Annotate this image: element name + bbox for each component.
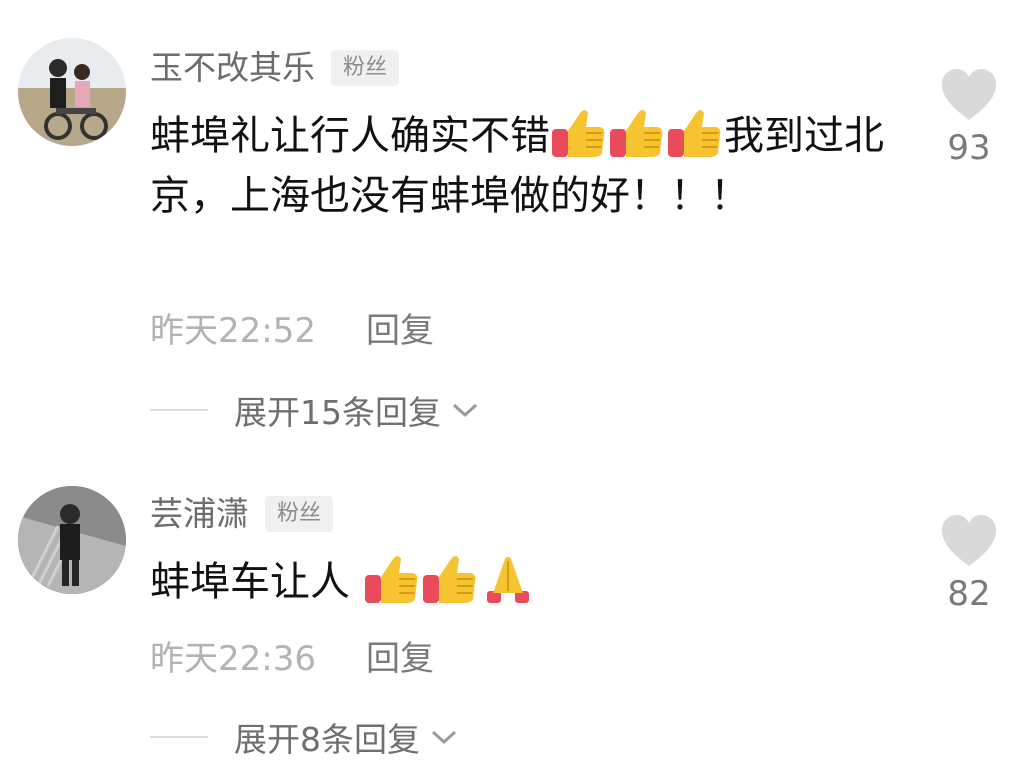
divider: [150, 736, 208, 738]
username[interactable]: 玉不改其乐: [150, 48, 315, 88]
reply-button[interactable]: 回复: [366, 303, 434, 352]
username-row: 玉不改其乐 粉丝: [150, 48, 400, 88]
username[interactable]: 芸浦潇: [150, 494, 249, 534]
chevron-down-icon: [452, 403, 478, 418]
fan-badge: 粉丝: [265, 496, 334, 532]
thumbs-up-icon: [666, 107, 724, 159]
avatar-photo: [18, 486, 126, 594]
thumbs-up-icon: [421, 553, 479, 605]
timestamp: 昨天22:36: [150, 638, 316, 679]
comment-meta: 昨天22:52 回复: [150, 303, 434, 352]
divider: [150, 409, 208, 411]
comment-meta: 昨天22:36 回复: [150, 631, 434, 680]
emoji-group: [550, 107, 724, 159]
like-count: 82: [947, 574, 991, 614]
like-area: 93: [934, 68, 1004, 170]
expand-replies-button[interactable]: 展开8条回复: [234, 713, 458, 761]
heart-icon[interactable]: [940, 68, 998, 122]
comment-text: 蚌埠车让人: [150, 552, 890, 612]
expand-replies-button[interactable]: 展开15条回复: [234, 386, 479, 434]
expand-replies-label: 展开15条回复: [234, 393, 441, 432]
folded-hands-icon: [479, 553, 537, 605]
comment-item: 玉不改其乐 粉丝 蚌埠礼让行人确实不错 我到过北京，上海也没有蚌埠做的好！！！ 昨…: [0, 38, 1018, 458]
avatar[interactable]: [18, 486, 126, 594]
thumbs-up-icon: [608, 107, 666, 159]
comment-text: 蚌埠礼让行人确实不错 我到过北京，上海也没有蚌埠做的好！！！: [150, 106, 890, 226]
comment-text-part: 蚌埠礼让行人确实不错: [150, 113, 550, 159]
avatar-photo: [18, 38, 126, 146]
expand-replies-row: 展开15条回复: [150, 387, 479, 433]
like-area: 82: [934, 514, 1004, 616]
expand-replies-row: 展开8条回复: [150, 714, 458, 760]
emoji-group: [363, 553, 537, 605]
like-count: 93: [947, 128, 991, 168]
timestamp: 昨天22:52: [150, 310, 316, 351]
username-row: 芸浦潇 粉丝: [150, 494, 334, 534]
thumbs-up-icon: [363, 553, 421, 605]
heart-icon[interactable]: [940, 514, 998, 568]
thumbs-up-icon: [550, 107, 608, 159]
comment-text-part: 蚌埠车让人: [150, 559, 350, 605]
chevron-down-icon: [431, 730, 457, 745]
fan-badge: 粉丝: [331, 50, 400, 86]
comment-item: 芸浦潇 粉丝 蚌埠车让人 昨天22:36 回复 展开8条回复 82: [0, 484, 1018, 779]
reply-button[interactable]: 回复: [366, 631, 434, 680]
avatar[interactable]: [18, 38, 126, 146]
expand-replies-label: 展开8条回复: [234, 720, 420, 759]
